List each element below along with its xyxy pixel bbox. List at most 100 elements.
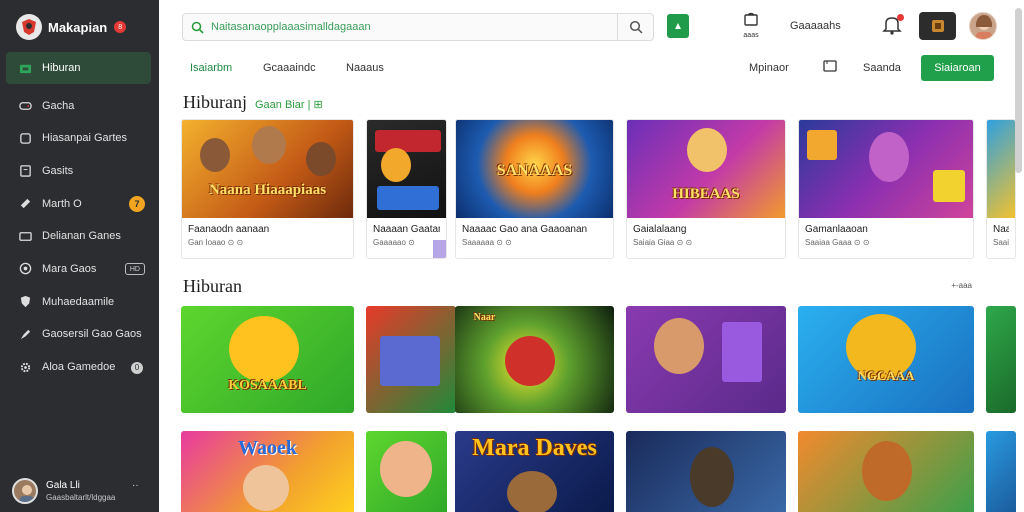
sidebar-item-hiburan[interactable]: Hiburan	[6, 52, 151, 84]
scroll-thumb[interactable]	[433, 240, 446, 258]
game-card[interactable]: HIBEAAS Gaialalaang Saiaia Giaa ⊙ ⊙	[626, 119, 786, 259]
sidebar-item-marth[interactable]: Marth O 7	[0, 188, 159, 219]
card-icon	[18, 229, 32, 243]
more-icon[interactable]: ··	[132, 480, 139, 491]
bell-button[interactable]	[882, 14, 904, 38]
brand-name: Makapian	[48, 19, 108, 35]
game-title: Naaaac Gao ana Gaaoanan	[462, 224, 588, 235]
sub-link[interactable]: Mpinaor	[749, 62, 789, 74]
sidebar-item-label: Delianan Ganes	[42, 230, 121, 243]
square-icon	[18, 131, 32, 145]
sidebar-item-gacha[interactable]: Gacha	[0, 90, 159, 121]
sidebar-item-mara[interactable]: Mara Gaos HD	[0, 253, 159, 284]
game-subtitle: Gan Ioaao ⊙ ⊙	[188, 238, 244, 247]
sidebar-item-muhaeda[interactable]: Muhaedaamile	[0, 286, 159, 317]
user-avatar[interactable]	[969, 12, 997, 40]
store-button[interactable]: aaas	[743, 12, 759, 39]
game-tile[interactable]: Waoek	[181, 431, 354, 512]
top-link[interactable]: Gaaaaahs	[790, 20, 841, 32]
globe-icon	[18, 262, 32, 276]
game-tile[interactable]: Naar	[455, 306, 614, 413]
game-caption: NGCAAA	[857, 368, 915, 383]
sidebar-item-label: Marth O	[42, 197, 82, 210]
game-tile[interactable]	[798, 431, 974, 512]
game-tile[interactable]	[366, 306, 456, 413]
wallet-button[interactable]	[919, 12, 956, 40]
cta-button[interactable]: Siaiaroan	[921, 55, 994, 81]
sidebar-item-gasits[interactable]: Gasits	[0, 155, 159, 186]
game-subtitle: Saai	[993, 238, 1010, 247]
tag-icon	[18, 197, 32, 211]
sidebar-item-label: Hiasanpai Gartes	[42, 132, 127, 145]
window-icon[interactable]	[823, 60, 837, 76]
scrollbar[interactable]	[1015, 8, 1022, 173]
game-tile[interactable]	[986, 306, 1016, 413]
tab-1[interactable]: Isaiarbm	[190, 62, 232, 74]
avatar	[12, 478, 38, 504]
game-card[interactable]: Naa Saai	[986, 119, 1016, 259]
section-tag: Gaan Biar | ⊞	[254, 99, 323, 111]
game-tile[interactable]: KOSAAABL	[181, 306, 354, 413]
hd-pill: HD	[124, 263, 145, 276]
game-card[interactable]: Naaaan Gaatan Gaaaaao ⊙	[366, 119, 447, 259]
game-caption: HIBEAAS	[672, 186, 740, 202]
game-tile[interactable]: NGCAAA	[798, 306, 974, 413]
sidebar-item-gaosersil[interactable]: Gaosersil Gao Gaos	[0, 319, 159, 350]
game-title: Naa	[993, 224, 1009, 235]
sidebar-item-label: Muhaedaamile	[42, 295, 115, 308]
sidebar: Makapian 8 Hiburan Gacha Hiasanpai Garte…	[0, 0, 159, 512]
search-input[interactable]	[211, 21, 617, 33]
game-artwork: HIBEAAS	[627, 120, 785, 218]
game-tile[interactable]	[626, 431, 786, 512]
profile-name: Gala Lli	[46, 480, 80, 491]
gear-icon	[18, 360, 32, 374]
sidebar-item-delianan[interactable]: Delianan Ganes	[0, 221, 159, 252]
wallet-icon	[931, 20, 944, 32]
brand[interactable]: Makapian 8	[16, 14, 127, 40]
game-artwork	[367, 120, 446, 218]
tab-2[interactable]: Gcaaaindc	[263, 62, 316, 74]
tab-3[interactable]: Naaaus	[346, 62, 384, 74]
sidebar-item-label: Mara Gaos	[42, 262, 97, 275]
game-caption: Naana Hiaaapiaas	[208, 182, 327, 198]
game-subtitle: Saaaaaa ⊙ ⊙	[462, 238, 512, 247]
section-title: Hiburan	[183, 276, 242, 296]
game-subtitle: Gaaaaao ⊙	[373, 238, 415, 247]
game-card[interactable]: Gamanlaaoan Saaiaa Gaaa ⊙ ⊙	[798, 119, 974, 259]
gamepad-icon	[18, 99, 32, 113]
clipboard-icon	[18, 164, 32, 178]
search-button[interactable]	[617, 14, 653, 40]
sidebar-item-aloa[interactable]: Aloa Gamedoe 0	[0, 352, 159, 383]
game-artwork	[799, 120, 973, 218]
add-game-button[interactable]	[667, 14, 689, 38]
section-title-text: Hiburanj	[183, 92, 247, 112]
see-all-link[interactable]: +-aaa	[951, 281, 972, 290]
search-icon	[183, 21, 211, 34]
shield-icon	[18, 295, 32, 309]
sidebar-item-label: Gaosersil Gao Gaos	[42, 328, 142, 341]
sidebar-item-label: Hiburan	[42, 62, 81, 74]
game-caption: KOSAAABL	[228, 378, 307, 393]
topbar: aaas Gaaaaahs	[159, 0, 1024, 52]
sidebar-item-hiasanpai[interactable]: Hiasanpai Gartes	[0, 123, 159, 154]
status-dot: 0	[131, 361, 143, 374]
game-card[interactable]: SANAAAS Naaaac Gao ana Gaaoanan Saaaaaa ⊙…	[455, 119, 614, 259]
profile-subtitle: Gaasbaltarlt/ldggaa	[46, 493, 116, 502]
sidebar-item-label: Aloa Gamedoe	[42, 361, 116, 373]
profile[interactable]: Gala Lli Gaasbaltarlt/ldggaa ··	[12, 478, 139, 504]
game-artwork	[987, 120, 1015, 218]
game-tile[interactable]: Mara Daves	[455, 431, 614, 512]
game-artwork: Naana Hiaaapiaas	[182, 120, 353, 218]
game-caption: Naar	[473, 312, 496, 323]
store-icon	[744, 12, 758, 26]
game-artwork: SANAAAS	[456, 120, 613, 218]
store-icon	[18, 61, 32, 75]
game-tile[interactable]	[366, 431, 447, 512]
game-card[interactable]: Naana Hiaaapiaas Faanaodn aanaan Gan Ioaa…	[181, 119, 354, 259]
game-tile[interactable]	[986, 431, 1016, 512]
game-title: Faanaodn aanaan	[188, 224, 270, 235]
game-tile[interactable]	[626, 306, 786, 413]
sub-link-2[interactable]: Saanda	[863, 62, 901, 74]
notification-dot	[897, 14, 904, 21]
game-subtitle: Saaiaa Gaaa ⊙ ⊙	[805, 238, 870, 247]
